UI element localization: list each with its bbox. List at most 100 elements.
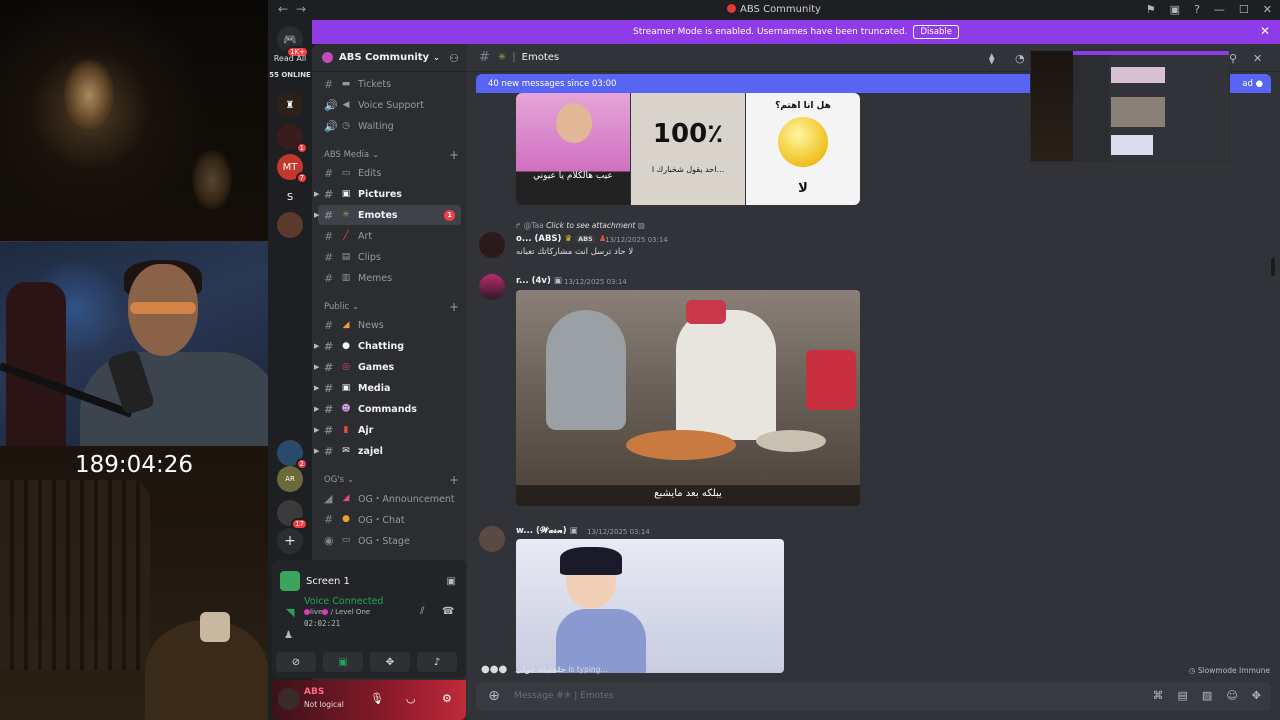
channel-label: Commands: [358, 403, 417, 415]
camera-off-button[interactable]: ⊘: [276, 652, 316, 672]
message-author[interactable]: r... (4v) ▣: [516, 276, 562, 286]
inbox-icon[interactable]: ✕: [1253, 52, 1262, 65]
meme-image-woman[interactable]: عيب هالكلام يا عيوني: [516, 93, 630, 205]
add-attachment-icon[interactable]: ⊕: [486, 688, 502, 704]
channel-waiting[interactable]: 🔊 ◷ Waiting: [318, 116, 461, 136]
channel-label: Waiting: [358, 120, 394, 132]
channel-label: Games: [358, 361, 395, 373]
channel-og-chat[interactable]: # ● OG・Chat: [318, 509, 461, 529]
add-user-icon[interactable]: ⚇: [449, 52, 459, 65]
bell-icon[interactable]: ◔: [1015, 52, 1025, 65]
channel-pictures[interactable]: ▶ # ▣ Pictures: [314, 184, 461, 204]
message-author[interactable]: o... (ABS) ♛ ABS ♟: [516, 234, 606, 244]
apps-icon[interactable]: ✥: [1252, 689, 1261, 702]
channel-ajr[interactable]: ▶ # ▮ Ajr: [314, 420, 461, 440]
avatar[interactable]: [479, 526, 505, 552]
gif-icon[interactable]: ▤: [1178, 689, 1188, 702]
category-public[interactable]: Public ⌄ +: [324, 300, 459, 314]
inbox-icon[interactable]: ▣: [1170, 3, 1180, 16]
mark-as-read[interactable]: ad ●: [1242, 79, 1263, 89]
message-text: لا حاد ترسل انت مشاركاتك تعبانه: [516, 247, 634, 257]
channel-emotes[interactable]: ▶ # ✳ Emotes 1: [314, 205, 461, 225]
channel-commands[interactable]: ▶ # ☻ Commands: [314, 399, 461, 419]
home-button[interactable]: 🎮 1K+: [277, 26, 309, 58]
server-header[interactable]: ABS Community ⌄ ⚇: [312, 44, 467, 72]
dove-icon: ✉: [342, 446, 350, 456]
reply-reference[interactable]: ↱ @Taa Click to see attachment ▨: [515, 221, 645, 230]
search-icon[interactable]: ⚲: [1229, 52, 1237, 65]
close-icon[interactable]: ✕: [1260, 24, 1270, 38]
channel-media[interactable]: ▶ # ▣ Media: [314, 378, 461, 398]
screen-share-button[interactable]: ▣: [323, 652, 363, 672]
voice-status[interactable]: Voice Connected: [304, 596, 383, 607]
channel-chatting[interactable]: ▶ # ● Chatting: [314, 336, 461, 356]
screen-share-preview[interactable]: Screen 1 ▣: [280, 568, 462, 594]
server-icon-17[interactable]: 17: [277, 500, 308, 530]
meme-image-emoji[interactable]: هل انا اهتم؟ لا: [746, 93, 860, 205]
channel-edits[interactable]: # ▭ Edits: [318, 163, 461, 183]
help-icon[interactable]: ?: [1194, 3, 1200, 16]
server-icon-blue[interactable]: 2: [277, 440, 308, 470]
user-name[interactable]: ABS: [304, 687, 324, 697]
avatar[interactable]: [479, 232, 505, 258]
sticker-icon[interactable]: ▨: [1202, 689, 1212, 702]
channel-news[interactable]: # ◢ News: [318, 315, 461, 335]
channel-zajel[interactable]: ▶ # ✉ zajel: [314, 441, 461, 461]
message-author[interactable]: w... (𝓦𝓪𝓼𝓷) ▣: [516, 526, 578, 536]
emoji-icon[interactable]: ☺: [1226, 689, 1237, 702]
soundboard-button[interactable]: ♪: [417, 652, 457, 672]
server-icon-face[interactable]: [277, 212, 303, 238]
channel-memes[interactable]: # ▥ Memes: [318, 268, 461, 288]
threads-icon[interactable]: ⧫: [989, 52, 994, 65]
server-icon-lamp[interactable]: ♜: [277, 92, 303, 118]
attachment-image-meal[interactable]: يبلكه بعد مايشبع: [516, 290, 860, 506]
microphone-icon[interactable]: 🎙: [370, 692, 384, 705]
attachment-image-anime[interactable]: [516, 539, 784, 673]
camera-icon: ▣: [341, 189, 351, 199]
gear-icon[interactable]: ⚙: [442, 692, 452, 705]
channel-og-announcement[interactable]: ◢ ◢ OG・Announcement: [318, 488, 461, 508]
voice-channel[interactable]: live / Level One: [304, 608, 370, 616]
gift-icon[interactable]: ⌘: [1153, 689, 1164, 702]
hash-icon: #: [479, 50, 490, 65]
flag-icon[interactable]: ⚑: [1146, 3, 1156, 16]
channel-games[interactable]: ▶ # ◎ Games: [314, 357, 461, 377]
window-controls: ⚑ ▣ ? — ☐ ✕: [1146, 3, 1272, 16]
channel-tickets[interactable]: # ▬ Tickets: [318, 74, 461, 94]
maximize-icon[interactable]: ☐: [1239, 3, 1249, 16]
headphones-icon[interactable]: ◡: [406, 692, 416, 705]
channel-voice-support[interactable]: 🔊 ◀ Voice Support: [318, 95, 461, 115]
avatar[interactable]: [278, 688, 300, 710]
plus-icon[interactable]: +: [449, 473, 459, 487]
server-icon-mt[interactable]: MT 7: [277, 154, 308, 184]
message-input[interactable]: [514, 688, 1074, 704]
activities-button[interactable]: ✥: [370, 652, 410, 672]
clip-icon: ▤: [341, 252, 351, 262]
message-composer: ⊕ ⌘ ▤ ▨ ☺ ✥: [476, 682, 1271, 711]
channel-clips[interactable]: # ▤ Clips: [318, 247, 461, 267]
close-icon[interactable]: ✕: [1263, 3, 1272, 16]
server-icon-1[interactable]: 1: [277, 124, 308, 154]
meme-image-text[interactable]: 100٪ احد يقول شخبارك ا...: [631, 93, 745, 205]
hash-icon: #: [324, 444, 334, 458]
stream-pip-preview[interactable]: [1030, 50, 1230, 162]
avatar[interactable]: [479, 274, 505, 300]
plus-icon[interactable]: +: [449, 148, 459, 162]
add-server-button[interactable]: +: [277, 528, 303, 554]
noise-suppression-icon[interactable]: ⫽: [420, 606, 424, 617]
stop-stream-icon[interactable]: ▣: [447, 576, 456, 587]
server-icon-s[interactable]: S: [277, 184, 303, 210]
disconnect-icon[interactable]: ☎: [442, 606, 454, 617]
minimize-icon[interactable]: —: [1214, 3, 1225, 16]
server-icon-ar[interactable]: AR: [277, 466, 303, 492]
user-icon: ♟: [284, 630, 293, 641]
disable-streamer-mode-button[interactable]: Disable: [913, 25, 960, 39]
read-all-button[interactable]: Read All: [268, 54, 312, 63]
channel-og-stage[interactable]: ◉ ▭ OG・Stage: [318, 530, 461, 550]
scrollbar-thumb[interactable]: [1271, 258, 1275, 276]
typing-indicator: ●●● جلجليله جولي is typing...: [481, 664, 608, 675]
category-abs-media[interactable]: ABS Media ⌄ +: [324, 148, 459, 162]
plus-icon[interactable]: +: [449, 300, 459, 314]
category-ogs[interactable]: OG's ⌄ +: [324, 473, 459, 487]
channel-art[interactable]: # ╱ Art: [318, 226, 461, 246]
